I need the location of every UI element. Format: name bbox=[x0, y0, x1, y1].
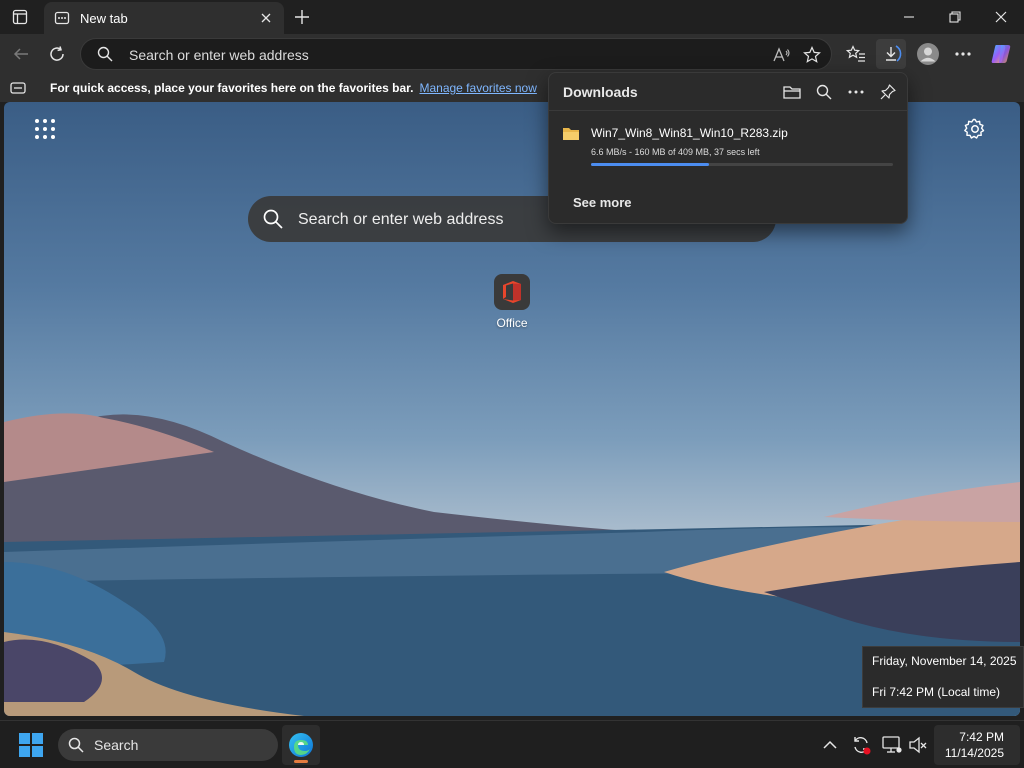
taskbar-search[interactable]: Search bbox=[58, 729, 278, 761]
refresh-button[interactable] bbox=[42, 39, 72, 69]
tab-actions-button[interactable] bbox=[6, 4, 34, 30]
search-icon bbox=[263, 209, 283, 229]
app-launcher-button[interactable] bbox=[34, 118, 56, 140]
star-icon bbox=[803, 46, 821, 63]
close-icon bbox=[261, 13, 271, 23]
plus-icon bbox=[295, 10, 309, 24]
browser-toolbar bbox=[0, 34, 1024, 74]
search-icon bbox=[816, 84, 832, 100]
close-window-button[interactable] bbox=[978, 0, 1024, 34]
taskbar-edge-app[interactable] bbox=[282, 725, 320, 765]
display-icon bbox=[882, 736, 902, 753]
zip-folder-icon bbox=[563, 128, 579, 140]
quick-link-label: Office bbox=[496, 316, 528, 330]
taskbar: Search 7:42 PM 11/14/2025 bbox=[0, 720, 1024, 768]
copilot-button[interactable] bbox=[986, 39, 1016, 69]
edge-icon bbox=[289, 733, 313, 757]
tray-display-button[interactable] bbox=[880, 733, 904, 757]
favorites-bar-message: For quick access, place your favorites h… bbox=[50, 81, 414, 95]
tray-volume-button[interactable] bbox=[906, 733, 930, 757]
downloads-panel: Downloads Win7_Win8_Win81_Win10_R283.zip… bbox=[548, 72, 908, 224]
downloads-header: Downloads bbox=[549, 73, 907, 111]
search-icon bbox=[68, 737, 84, 753]
active-app-indicator bbox=[294, 760, 308, 763]
sync-icon bbox=[854, 737, 871, 755]
new-tab-page-icon bbox=[54, 11, 70, 25]
address-bar[interactable] bbox=[80, 38, 832, 70]
refresh-icon bbox=[50, 46, 64, 61]
quick-link-office[interactable]: Office bbox=[486, 274, 538, 330]
downloads-button[interactable] bbox=[876, 39, 906, 69]
restore-button[interactable] bbox=[932, 0, 978, 34]
taskbar-clock[interactable]: 7:42 PM 11/14/2025 bbox=[934, 725, 1020, 765]
gear-icon bbox=[964, 118, 985, 139]
download-status: 6.6 MB/s - 160 MB of 409 MB, 37 secs lef… bbox=[591, 147, 760, 157]
open-downloads-folder-button[interactable] bbox=[781, 81, 803, 103]
read-aloud-button[interactable] bbox=[771, 45, 793, 65]
taskbar-date: 11/14/2025 bbox=[944, 746, 1004, 760]
download-item[interactable]: Win7_Win8_Win81_Win10_R283.zip 6.6 MB/s … bbox=[549, 119, 907, 169]
downloads-title: Downloads bbox=[563, 84, 638, 100]
tab-new-tab[interactable]: New tab bbox=[44, 2, 284, 34]
pin-downloads-button[interactable] bbox=[877, 81, 899, 103]
tooltip-time: Fri 7:42 PM (Local time) bbox=[872, 685, 1001, 699]
start-button[interactable] bbox=[16, 731, 46, 759]
close-icon bbox=[995, 11, 1007, 23]
taskbar-time: 7:42 PM bbox=[959, 730, 1004, 744]
tray-sync-button[interactable] bbox=[849, 733, 873, 757]
chevron-up-icon bbox=[823, 740, 837, 749]
title-bar: New tab bbox=[0, 0, 1024, 34]
settings-and-more-button[interactable] bbox=[948, 39, 978, 69]
show-hidden-icons-button[interactable] bbox=[818, 733, 842, 757]
download-icon bbox=[886, 45, 902, 62]
profile-avatar-icon bbox=[917, 43, 939, 65]
more-options-icon bbox=[955, 52, 971, 56]
profile-button[interactable] bbox=[913, 39, 943, 69]
office-icon bbox=[494, 274, 530, 310]
address-input[interactable] bbox=[129, 45, 729, 65]
minimize-button[interactable] bbox=[886, 0, 932, 34]
page-settings-button[interactable] bbox=[964, 118, 986, 140]
read-aloud-icon bbox=[773, 47, 790, 62]
search-downloads-button[interactable] bbox=[813, 81, 835, 103]
restore-icon bbox=[949, 11, 961, 23]
tooltip-date: Friday, November 14, 2025 bbox=[872, 654, 1017, 668]
minimize-icon bbox=[904, 16, 914, 18]
back-arrow-icon bbox=[13, 48, 28, 60]
see-more-button[interactable]: See more bbox=[573, 195, 632, 210]
screen: New tab Search or enter web address For … bbox=[0, 0, 1024, 768]
tab-title: New tab bbox=[80, 10, 128, 26]
new-tab-button[interactable] bbox=[290, 5, 314, 29]
favorites-bar-icon bbox=[10, 80, 26, 96]
clock-tooltip: Friday, November 14, 2025 Fri 7:42 PM (L… bbox=[862, 646, 1024, 708]
back-button[interactable] bbox=[6, 39, 36, 69]
volume-muted-icon bbox=[909, 736, 927, 754]
search-icon bbox=[97, 46, 113, 62]
copilot-icon bbox=[991, 45, 1011, 63]
favorites-button[interactable] bbox=[841, 39, 871, 69]
downloads-more-button[interactable] bbox=[845, 81, 867, 103]
tab-actions-icon bbox=[12, 9, 28, 25]
app-grid-icon bbox=[35, 119, 55, 139]
taskbar-search-label: Search bbox=[94, 737, 139, 753]
favorites-list-icon bbox=[846, 45, 865, 62]
more-options-icon bbox=[848, 90, 864, 94]
pin-icon bbox=[880, 84, 896, 100]
windows-logo-icon bbox=[19, 733, 43, 757]
manage-favorites-link[interactable]: Manage favorites now bbox=[419, 81, 536, 95]
add-favorite-button[interactable] bbox=[801, 45, 823, 65]
tab-close-button[interactable] bbox=[258, 10, 274, 26]
download-file-name: Win7_Win8_Win81_Win10_R283.zip bbox=[591, 126, 788, 140]
download-progress-bar bbox=[591, 163, 893, 166]
download-progress-fill bbox=[591, 163, 709, 166]
folder-icon bbox=[783, 86, 801, 99]
